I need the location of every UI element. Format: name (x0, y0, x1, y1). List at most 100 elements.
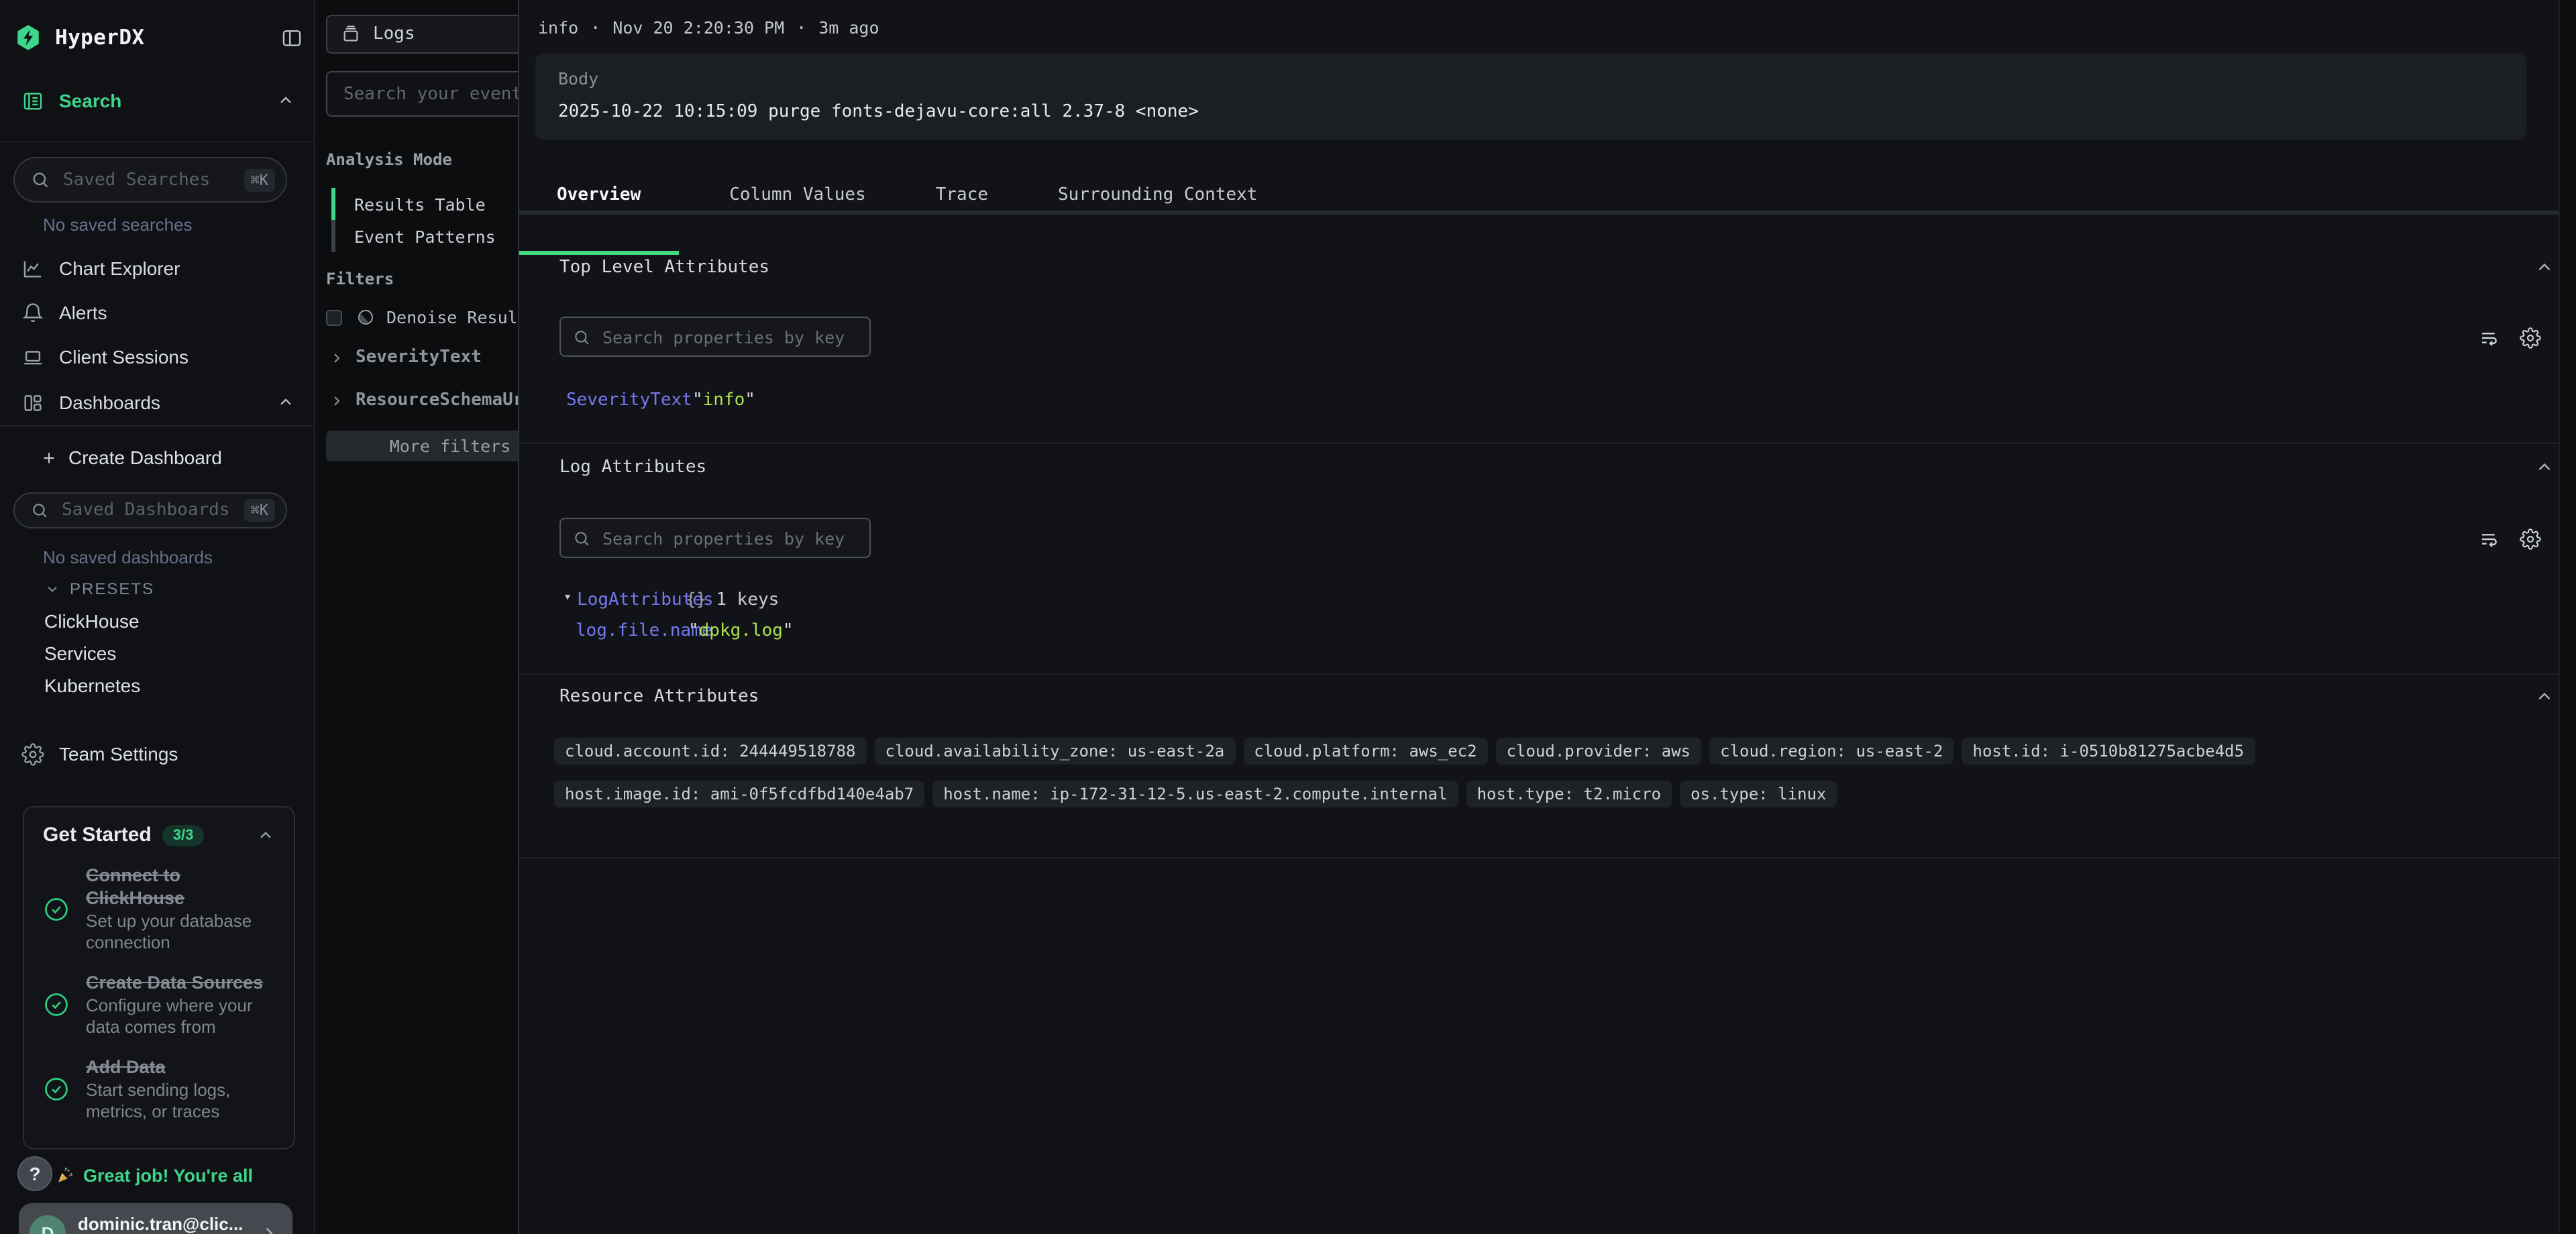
resource-pill[interactable]: cloud.provider: aws (1496, 738, 1702, 765)
denoise-results-toggle[interactable]: Denoise Results (326, 307, 518, 327)
sidebar-item-label: Alerts (59, 302, 107, 323)
presets-toggle[interactable]: PRESETS (44, 579, 154, 598)
value-text: info (703, 390, 745, 410)
collapse-section-icon[interactable] (2534, 687, 2555, 707)
resource-pill[interactable]: cloud.account.id: 244449518788 (554, 738, 867, 765)
divider (0, 425, 314, 427)
preset-services[interactable]: Services (44, 642, 116, 664)
wrap-lines-icon[interactable] (2479, 327, 2501, 349)
mode-label: Results Table (354, 194, 486, 214)
help-button[interactable]: ? (17, 1156, 52, 1191)
resource-pill[interactable]: cloud.region: us-east-2 (1709, 738, 1953, 765)
source-selector-button[interactable]: Logs (326, 15, 518, 54)
mode-results-table[interactable]: Results Table (331, 188, 486, 220)
sidebar-item-alerts[interactable]: Alerts (0, 292, 314, 333)
chevron-up-icon[interactable] (276, 393, 295, 412)
sidebar-item-client-sessions[interactable]: Client Sessions (0, 337, 314, 377)
create-dashboard-button[interactable]: Create Dashboard (0, 437, 314, 478)
resource-pill[interactable]: host.image.id: ami-0f5fcdfbd140e4ab7 (554, 781, 924, 807)
more-filters-button[interactable]: More filters (326, 431, 518, 461)
scrollbar-track[interactable] (2559, 0, 2576, 1234)
saved-searches-search[interactable]: ⌘K (13, 157, 287, 203)
denoise-checkbox[interactable] (326, 309, 342, 325)
get-started-item-text: Connect to ClickHouse Set up your databa… (86, 864, 274, 954)
resource-pill[interactable]: host.type: t2.micro (1466, 781, 1672, 807)
log-attributes-search-input[interactable] (600, 526, 857, 549)
tab-surrounding-context[interactable]: Surrounding Context (1039, 174, 1276, 215)
attribute-key[interactable]: LogAttributes (577, 590, 686, 610)
gear-icon[interactable] (2520, 528, 2541, 550)
resource-pills-row-2: host.image.id: ami-0f5fcdfbd140e4ab7 hos… (554, 781, 1837, 807)
top-level-search-input[interactable] (600, 325, 857, 348)
sidebar-item-chart-explorer[interactable]: Chart Explorer (0, 248, 314, 288)
collapse-section-icon[interactable] (2534, 457, 2555, 478)
detail-tabs: Overview Column Values Trace Surrounding… (519, 174, 1276, 215)
event-search-input[interactable] (341, 82, 518, 105)
attribute-key[interactable]: log.file.name (576, 621, 688, 641)
gear-icon[interactable] (2520, 327, 2541, 349)
body-content: 2025-10-22 10:15:09 purge fonts-dejavu-c… (558, 102, 2504, 122)
tabs-underline (519, 210, 2576, 215)
user-account-chip[interactable]: D dominic.tran@clic... dominic.tran@clic… (19, 1203, 292, 1234)
tab-column-values[interactable]: Column Values (710, 174, 885, 215)
resource-attributes-title: Resource Attributes (559, 687, 759, 707)
sidebar-item-label: Dashboards (59, 392, 160, 413)
filter-group-resourceschemaurl[interactable]: ResourceSchemaUrl (329, 390, 518, 410)
get-started-item-title: Add Data (86, 1056, 274, 1078)
resource-pills-row-1: cloud.account.id: 244449518788 cloud.ava… (554, 738, 2255, 765)
chevron-up-icon[interactable] (256, 826, 275, 844)
get-started-item-connect[interactable]: Connect to ClickHouse Set up your databa… (43, 864, 275, 954)
resource-pill[interactable]: host.name: ip-172-31-12-5.us-east-2.comp… (932, 781, 1458, 807)
get-started-header[interactable]: Get Started 3/3 (43, 824, 275, 846)
event-header: info · Nov 20 2:20:30 PM · 3m ago (538, 17, 879, 38)
resource-pill[interactable]: os.type: linux (1680, 781, 1837, 807)
sidebar-item-team-settings[interactable]: Team Settings (0, 734, 314, 774)
congrats-banner: Great job! You're all (55, 1166, 253, 1186)
saved-searches-input[interactable] (60, 168, 244, 191)
event-timestamp: Nov 20 2:20:30 PM (612, 17, 784, 38)
braces-icon: {} (686, 590, 706, 610)
check-circle-icon (43, 895, 70, 922)
search-icon (573, 529, 590, 547)
denoise-label: Denoise Results (386, 307, 518, 327)
filter-group-severitytext[interactable]: SeverityText (329, 347, 482, 368)
attribute-value[interactable]: "info" (692, 390, 755, 410)
check-circle-icon (43, 991, 70, 1018)
filters-label: Filters (326, 270, 394, 288)
chevron-up-icon[interactable] (276, 91, 295, 110)
sidebar-item-search[interactable]: Search (0, 80, 314, 121)
get-started-item-text: Add Data Start sending logs, metrics, or… (86, 1056, 274, 1123)
resource-pill[interactable]: cloud.platform: aws_ec2 (1243, 738, 1487, 765)
sidebar-collapse-icon[interactable] (280, 26, 303, 49)
mode-event-patterns[interactable]: Event Patterns (331, 220, 496, 252)
resource-pill[interactable]: cloud.availability_zone: us-east-2a (875, 738, 1236, 765)
get-started-item-title: Connect to ClickHouse (86, 864, 274, 909)
sidebar-item-label: Search (59, 90, 121, 111)
tab-overview[interactable]: Overview (519, 174, 678, 215)
denoise-icon (356, 307, 376, 327)
event-search-box[interactable] (326, 71, 518, 117)
attribute-value[interactable]: "dpkg.log" (688, 621, 794, 641)
resource-pill[interactable]: host.id: i-0510b81275acbe4d5 (1962, 738, 2255, 765)
top-level-search-box[interactable] (559, 317, 871, 357)
tab-trace[interactable]: Trace (917, 174, 1007, 215)
saved-dashboards-input[interactable] (59, 499, 244, 522)
sidebar-item-dashboards[interactable]: Dashboards (0, 382, 314, 423)
check-circle-icon (43, 1076, 70, 1103)
log-attributes-search-box[interactable] (559, 518, 871, 558)
hyperdx-logo-icon (13, 23, 43, 52)
caret-down-icon[interactable]: ▾ (564, 590, 572, 610)
preset-clickhouse[interactable]: ClickHouse (44, 610, 140, 632)
no-saved-dashboards-note: No saved dashboards (43, 547, 213, 567)
search-icon (573, 328, 590, 345)
get-started-item-sources[interactable]: Create Data Sources Configure where your… (43, 971, 275, 1038)
wrap-lines-icon[interactable] (2479, 528, 2501, 550)
party-popper-icon (55, 1166, 75, 1186)
saved-dashboards-search[interactable]: ⌘K (13, 492, 287, 528)
preset-kubernetes[interactable]: Kubernetes (44, 675, 140, 696)
collapse-section-icon[interactable] (2534, 258, 2555, 278)
get-started-item-desc: Start sending logs, metrics, or traces (86, 1080, 274, 1123)
get-started-item-add-data[interactable]: Add Data Start sending logs, metrics, or… (43, 1056, 275, 1123)
quote: " (688, 621, 699, 641)
attribute-key[interactable]: SeverityText (566, 390, 692, 410)
